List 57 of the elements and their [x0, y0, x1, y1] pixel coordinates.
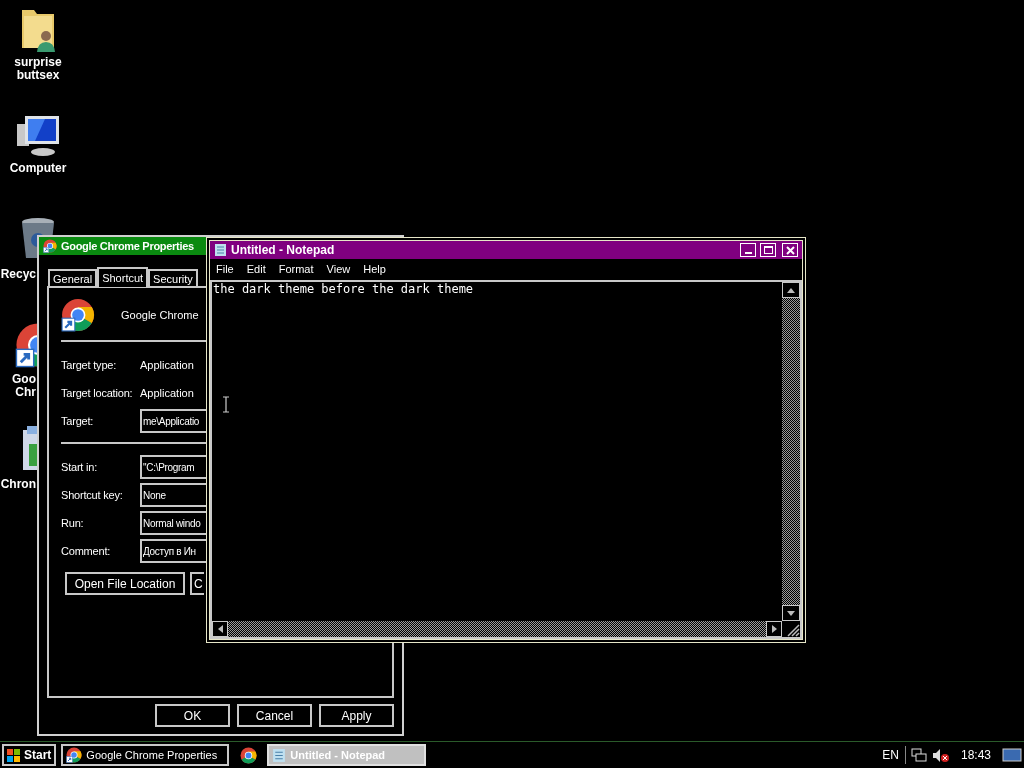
- dialog-button[interactable]: C: [190, 572, 204, 595]
- maximize-button[interactable]: [760, 243, 776, 257]
- chrome-icon: [239, 746, 257, 764]
- scroll-left-icon[interactable]: [212, 621, 228, 637]
- chrome-icon: [66, 747, 83, 763]
- field-label: Target type:: [61, 357, 118, 373]
- language-indicator[interactable]: EN: [882, 746, 906, 764]
- dialog-button[interactable]: Open File Location: [65, 572, 185, 595]
- field-value: Application: [140, 357, 194, 373]
- menu-item[interactable]: File: [216, 261, 234, 278]
- desktop-icon-label[interactable]: Chron: [0, 478, 36, 491]
- app-name: Google Chrome: [121, 307, 199, 323]
- menu-item[interactable]: Edit: [246, 261, 266, 278]
- menu-item[interactable]: Format: [278, 261, 314, 278]
- windows-logo-icon: [7, 748, 21, 762]
- close-button[interactable]: [782, 243, 798, 257]
- start-button[interactable]: Start: [2, 744, 57, 766]
- notepad-icon: [214, 243, 227, 257]
- computer-icon: [15, 114, 61, 158]
- scroll-up-icon[interactable]: [782, 282, 800, 298]
- desktop-icon-label[interactable]: Goo Chr: [12, 373, 36, 399]
- field-label: Shortcut key:: [61, 487, 124, 503]
- network-icon[interactable]: [910, 747, 927, 763]
- desktop-icon-label[interactable]: surprise buttsex: [14, 56, 62, 82]
- menu-item[interactable]: Help: [363, 261, 386, 278]
- window-title: Untitled - Notepad: [231, 242, 336, 259]
- chrome-icon: [61, 298, 95, 332]
- dialog-button[interactable]: Cancel: [237, 704, 312, 727]
- notepad-icon: [272, 747, 287, 763]
- document-text: the dark theme before the dark theme: [212, 282, 475, 297]
- field-label: Comment:: [61, 543, 112, 559]
- tab[interactable]: General: [48, 269, 98, 286]
- window-title: Google Chrome Properties: [61, 238, 194, 254]
- menu-item[interactable]: View: [326, 261, 351, 278]
- dialog-button[interactable]: OK: [155, 704, 230, 727]
- field-value: Application: [140, 385, 194, 401]
- chrome-icon: [43, 239, 57, 253]
- minimize-button[interactable]: [740, 243, 756, 257]
- text-area[interactable]: the dark theme before the dark theme: [210, 280, 802, 639]
- desktop-icon-label[interactable]: Computer: [9, 162, 67, 175]
- desktop-icon-label[interactable]: Recyc: [0, 268, 36, 281]
- field-label: Run:: [61, 515, 85, 531]
- tab[interactable]: Security: [148, 269, 198, 286]
- field-label: Target location:: [61, 385, 134, 401]
- taskbar-button[interactable]: Google Chrome Properties: [61, 744, 230, 766]
- vertical-scrollbar[interactable]: [782, 282, 800, 621]
- tab[interactable]: Shortcut: [97, 267, 149, 287]
- text-cursor-icon: [222, 396, 230, 413]
- muted-speaker-icon[interactable]: [931, 747, 950, 763]
- scroll-down-icon[interactable]: [782, 605, 800, 621]
- scroll-right-icon[interactable]: [766, 621, 782, 637]
- clock[interactable]: 18:43: [954, 746, 997, 764]
- field-label: Target:: [61, 413, 95, 429]
- dialog-button[interactable]: Apply: [319, 704, 394, 727]
- show-desktop-icon[interactable]: [1002, 747, 1022, 763]
- field-label: Start in:: [61, 459, 99, 475]
- horizontal-scrollbar[interactable]: [212, 621, 782, 637]
